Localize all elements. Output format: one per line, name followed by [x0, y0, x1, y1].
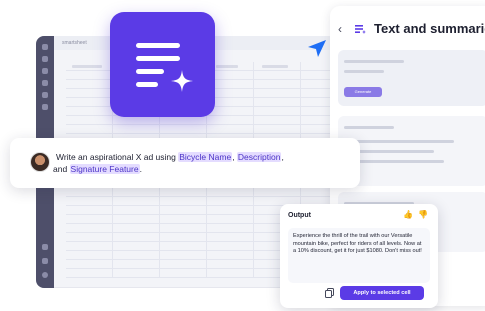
placeholder-line [344, 60, 404, 63]
output-card: Output 👍 👎 Experience the thrill of the … [280, 204, 438, 308]
generate-card [338, 50, 485, 106]
placeholder-line [344, 126, 394, 129]
back-chevron-icon[interactable]: ‹ [338, 22, 342, 36]
prompt-text-segment: Write an aspirational X ad using [56, 152, 179, 162]
output-text: Experience the thrill of the trail with … [293, 233, 422, 255]
prompt-card: Write an aspirational X ad using Bicycle… [10, 138, 360, 188]
rail-home-icon[interactable] [42, 44, 48, 50]
grid-header-bar [72, 65, 102, 68]
grid-header-bar [216, 65, 238, 68]
prompt-text-segment: . [139, 164, 142, 174]
apply-to-selected-cell-button[interactable]: Apply to selected cell [340, 286, 424, 300]
rail-add-icon[interactable] [42, 56, 48, 62]
ai-text-app-icon [110, 12, 215, 117]
thumbs-up-icon[interactable]: 👍 [403, 210, 413, 219]
placeholder-line [344, 140, 454, 143]
field-chip-signature-feature[interactable]: Signature Feature [69, 164, 140, 174]
rail-recent-icon[interactable] [42, 80, 48, 86]
output-text-box: Experience the thrill of the trail with … [288, 228, 430, 283]
prompt-text-segment: and [53, 164, 70, 174]
summary-card [338, 116, 485, 186]
field-chip-bicycle-name[interactable]: Bicycle Name [178, 152, 233, 162]
rail-help-icon[interactable] [42, 258, 48, 264]
output-label: Output [288, 212, 311, 219]
panel-title: Text and summaries [374, 21, 485, 36]
rail-browse-icon[interactable] [42, 68, 48, 74]
rail-favorites-icon[interactable] [42, 92, 48, 98]
cursor-arrow-icon [308, 40, 326, 57]
thumbs-down-icon[interactable]: 👎 [418, 210, 428, 219]
copy-icon[interactable] [324, 287, 336, 299]
rail-apps-icon[interactable] [42, 104, 48, 110]
prompt-text-segment: , [281, 152, 284, 162]
prompt-text: Write an aspirational X ad using Bicycle… [53, 151, 356, 175]
field-chip-description[interactable]: Description [236, 152, 282, 162]
sheet-brand-label: smartsheet [62, 40, 87, 46]
generate-button[interactable]: Generate [344, 87, 382, 97]
grid-header-bar [262, 65, 288, 68]
rail-apps-grid-icon[interactable] [42, 244, 48, 250]
rail-profile-icon[interactable] [42, 272, 48, 278]
text-summary-icon [355, 25, 366, 34]
avatar [30, 152, 50, 172]
placeholder-line [344, 70, 384, 73]
